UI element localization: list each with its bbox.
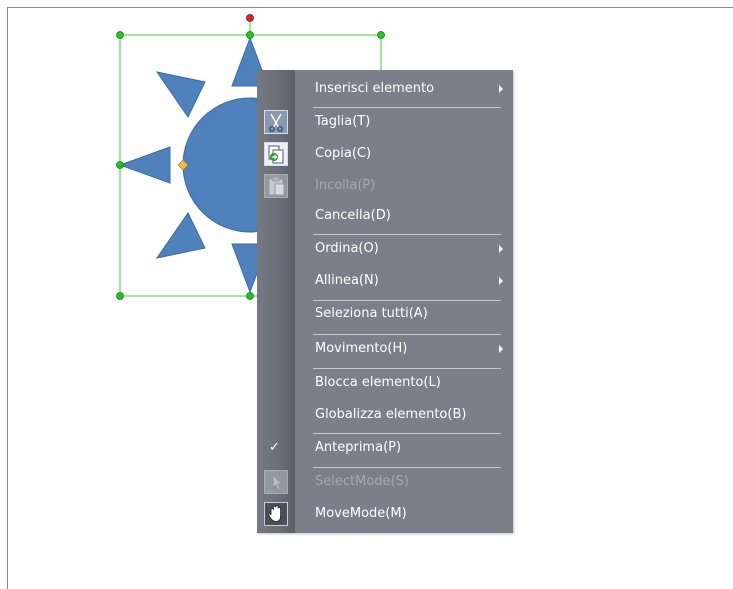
menu-item-label: Copia(C) bbox=[315, 146, 372, 161]
menu-item-label: MoveMode(M) bbox=[315, 506, 407, 521]
menu-item-label: Blocca elemento(L) bbox=[315, 375, 441, 390]
context-menu: Inserisci elemento Taglia(T) Copia(C) In… bbox=[257, 70, 513, 533]
menu-item-label: Seleziona tutti(A) bbox=[315, 306, 428, 321]
rotation-handle[interactable] bbox=[246, 14, 254, 22]
resize-handle-bottom-left[interactable] bbox=[116, 292, 124, 300]
menu-item-lock-element[interactable]: Blocca elemento(L) bbox=[257, 367, 513, 399]
menu-item-label: Globalizza elemento(B) bbox=[315, 407, 467, 422]
submenu-arrow-icon bbox=[499, 345, 503, 353]
sun-ray-bottom-left[interactable] bbox=[155, 212, 206, 259]
resize-handle-top[interactable] bbox=[246, 31, 254, 39]
menu-item-move-mode[interactable]: MoveMode(M) bbox=[257, 498, 513, 530]
menu-item-label: SelectMode(S) bbox=[315, 474, 409, 489]
menu-item-label: Incolla(P) bbox=[315, 178, 376, 193]
menu-item-label: Anteprima(P) bbox=[315, 440, 402, 455]
menu-item-align[interactable]: Allinea(N) bbox=[257, 265, 513, 297]
menu-item-insert-element[interactable]: Inserisci elemento bbox=[257, 73, 513, 105]
menu-item-select-all[interactable]: Seleziona tutti(A) bbox=[257, 298, 513, 330]
menu-item-label: Taglia(T) bbox=[315, 114, 371, 129]
menu-item-movement[interactable]: Movimento(H) bbox=[257, 333, 513, 365]
copy-icon bbox=[264, 142, 288, 166]
resize-handle-top-right[interactable] bbox=[377, 31, 385, 39]
checkmark-icon: ✓ bbox=[269, 440, 280, 455]
menu-item-copy[interactable]: Copia(C) bbox=[257, 138, 513, 170]
menu-item-paste[interactable]: Incolla(P) bbox=[257, 170, 513, 202]
hand-icon bbox=[264, 502, 288, 526]
scissors-icon bbox=[264, 110, 288, 134]
menu-item-label: Allinea(N) bbox=[315, 273, 379, 288]
menu-item-preview[interactable]: ✓ Anteprima(P) bbox=[257, 432, 513, 464]
menu-item-label: Movimento(H) bbox=[315, 341, 408, 356]
pointer-icon bbox=[264, 470, 288, 494]
menu-item-label: Inserisci elemento bbox=[315, 81, 435, 96]
menu-item-cut[interactable]: Taglia(T) bbox=[257, 106, 513, 138]
submenu-arrow-icon bbox=[499, 85, 503, 93]
resize-handle-top-left[interactable] bbox=[116, 31, 124, 39]
resize-handle-left[interactable] bbox=[116, 161, 124, 169]
menu-item-label: Ordina(O) bbox=[315, 241, 379, 256]
sun-ray-left[interactable] bbox=[118, 146, 171, 184]
sun-ray-top-left[interactable] bbox=[155, 71, 206, 118]
menu-item-globalize-element[interactable]: Globalizza elemento(B) bbox=[257, 399, 513, 431]
menu-item-delete[interactable]: Cancella(D) bbox=[257, 200, 513, 232]
submenu-arrow-icon bbox=[499, 277, 503, 285]
paste-icon bbox=[264, 174, 288, 198]
resize-handle-bottom[interactable] bbox=[246, 292, 254, 300]
menu-item-select-mode[interactable]: SelectMode(S) bbox=[257, 466, 513, 498]
menu-item-label: Cancella(D) bbox=[315, 208, 391, 223]
menu-item-order[interactable]: Ordina(O) bbox=[257, 233, 513, 265]
submenu-arrow-icon bbox=[499, 245, 503, 253]
